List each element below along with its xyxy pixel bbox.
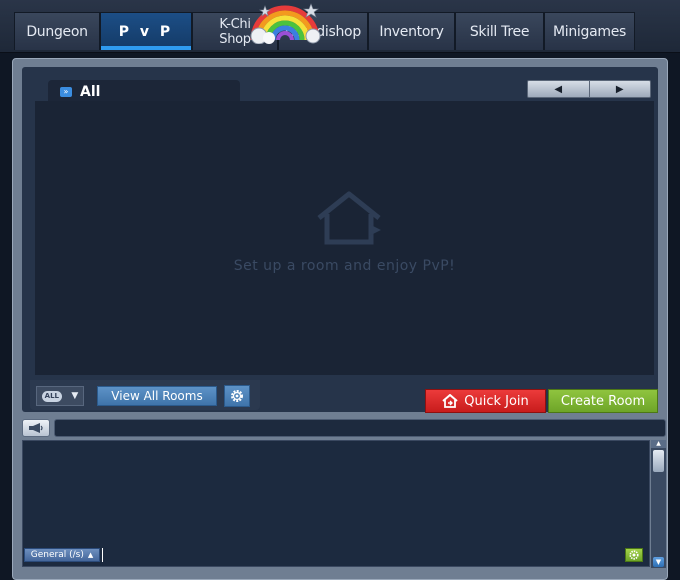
quick-join-label: Quick Join — [464, 393, 529, 409]
caret-down-icon: ▼ — [71, 391, 79, 401]
house-icon — [317, 191, 381, 245]
room-pager: ◀ ▶ — [527, 80, 651, 98]
chat-channel-label: General (/s) — [30, 550, 84, 560]
right-triangle-icon: ▶ — [615, 83, 624, 95]
caret-up-icon: ▲ — [87, 551, 94, 559]
chat-input[interactable] — [102, 548, 622, 562]
gear-icon — [629, 550, 639, 560]
all-badge: ALL — [41, 390, 63, 402]
scroll-down-icon[interactable]: ▼ — [653, 557, 664, 567]
megaphone-button[interactable] — [22, 419, 50, 437]
view-all-rooms-label: View All Rooms — [111, 389, 203, 403]
gear-icon — [231, 390, 243, 402]
quick-join-button[interactable]: Quick Join — [425, 389, 546, 413]
tab-dungeon-label: Dungeon — [26, 23, 88, 40]
double-chevron-icon: » — [60, 87, 72, 97]
chat-settings-button[interactable] — [625, 548, 643, 562]
tab-pvp[interactable]: P v P — [100, 12, 192, 50]
megaphone-icon — [29, 423, 43, 433]
view-all-rooms-button[interactable]: View All Rooms — [97, 386, 217, 406]
tab-dungeon[interactable]: Dungeon — [14, 12, 100, 50]
tab-minigames[interactable]: Minigames — [544, 12, 635, 50]
tab-inventory[interactable]: Inventory — [368, 12, 455, 50]
rainbow-decoration-icon — [250, 3, 321, 44]
house-arrow-icon — [442, 394, 458, 408]
next-page-button[interactable]: ▶ — [588, 81, 650, 97]
room-mode-dropdown[interactable]: ALL ▼ — [36, 386, 84, 406]
create-room-label: Create Room — [560, 393, 646, 409]
tab-skill-tree-label: Skill Tree — [469, 23, 530, 40]
prev-page-button[interactable]: ◀ — [528, 81, 589, 97]
create-room-button[interactable]: Create Room — [548, 389, 658, 413]
top-navigation-bar: Dungeon P v P K-Chi Shop Coordishop Inve… — [0, 0, 680, 53]
room-filter-tab-label: All — [80, 84, 101, 100]
scroll-up-icon[interactable]: ▲ — [651, 440, 666, 448]
empty-room-message: Set up a room and enjoy PvP! — [233, 258, 456, 274]
scroll-thumb[interactable] — [653, 450, 664, 472]
tab-minigames-label: Minigames — [552, 23, 627, 40]
chat-channel-selector[interactable]: General (/s) ▲ — [24, 548, 100, 562]
tab-pvp-label: P v P — [118, 23, 174, 40]
left-triangle-icon: ◀ — [554, 83, 563, 95]
chat-scrollbar[interactable]: ▲ ▼ — [651, 440, 666, 568]
room-settings-button[interactable] — [224, 385, 250, 407]
tab-inventory-label: Inventory — [379, 23, 444, 40]
announcement-bar — [54, 419, 666, 437]
tab-skill-tree[interactable]: Skill Tree — [455, 12, 544, 50]
